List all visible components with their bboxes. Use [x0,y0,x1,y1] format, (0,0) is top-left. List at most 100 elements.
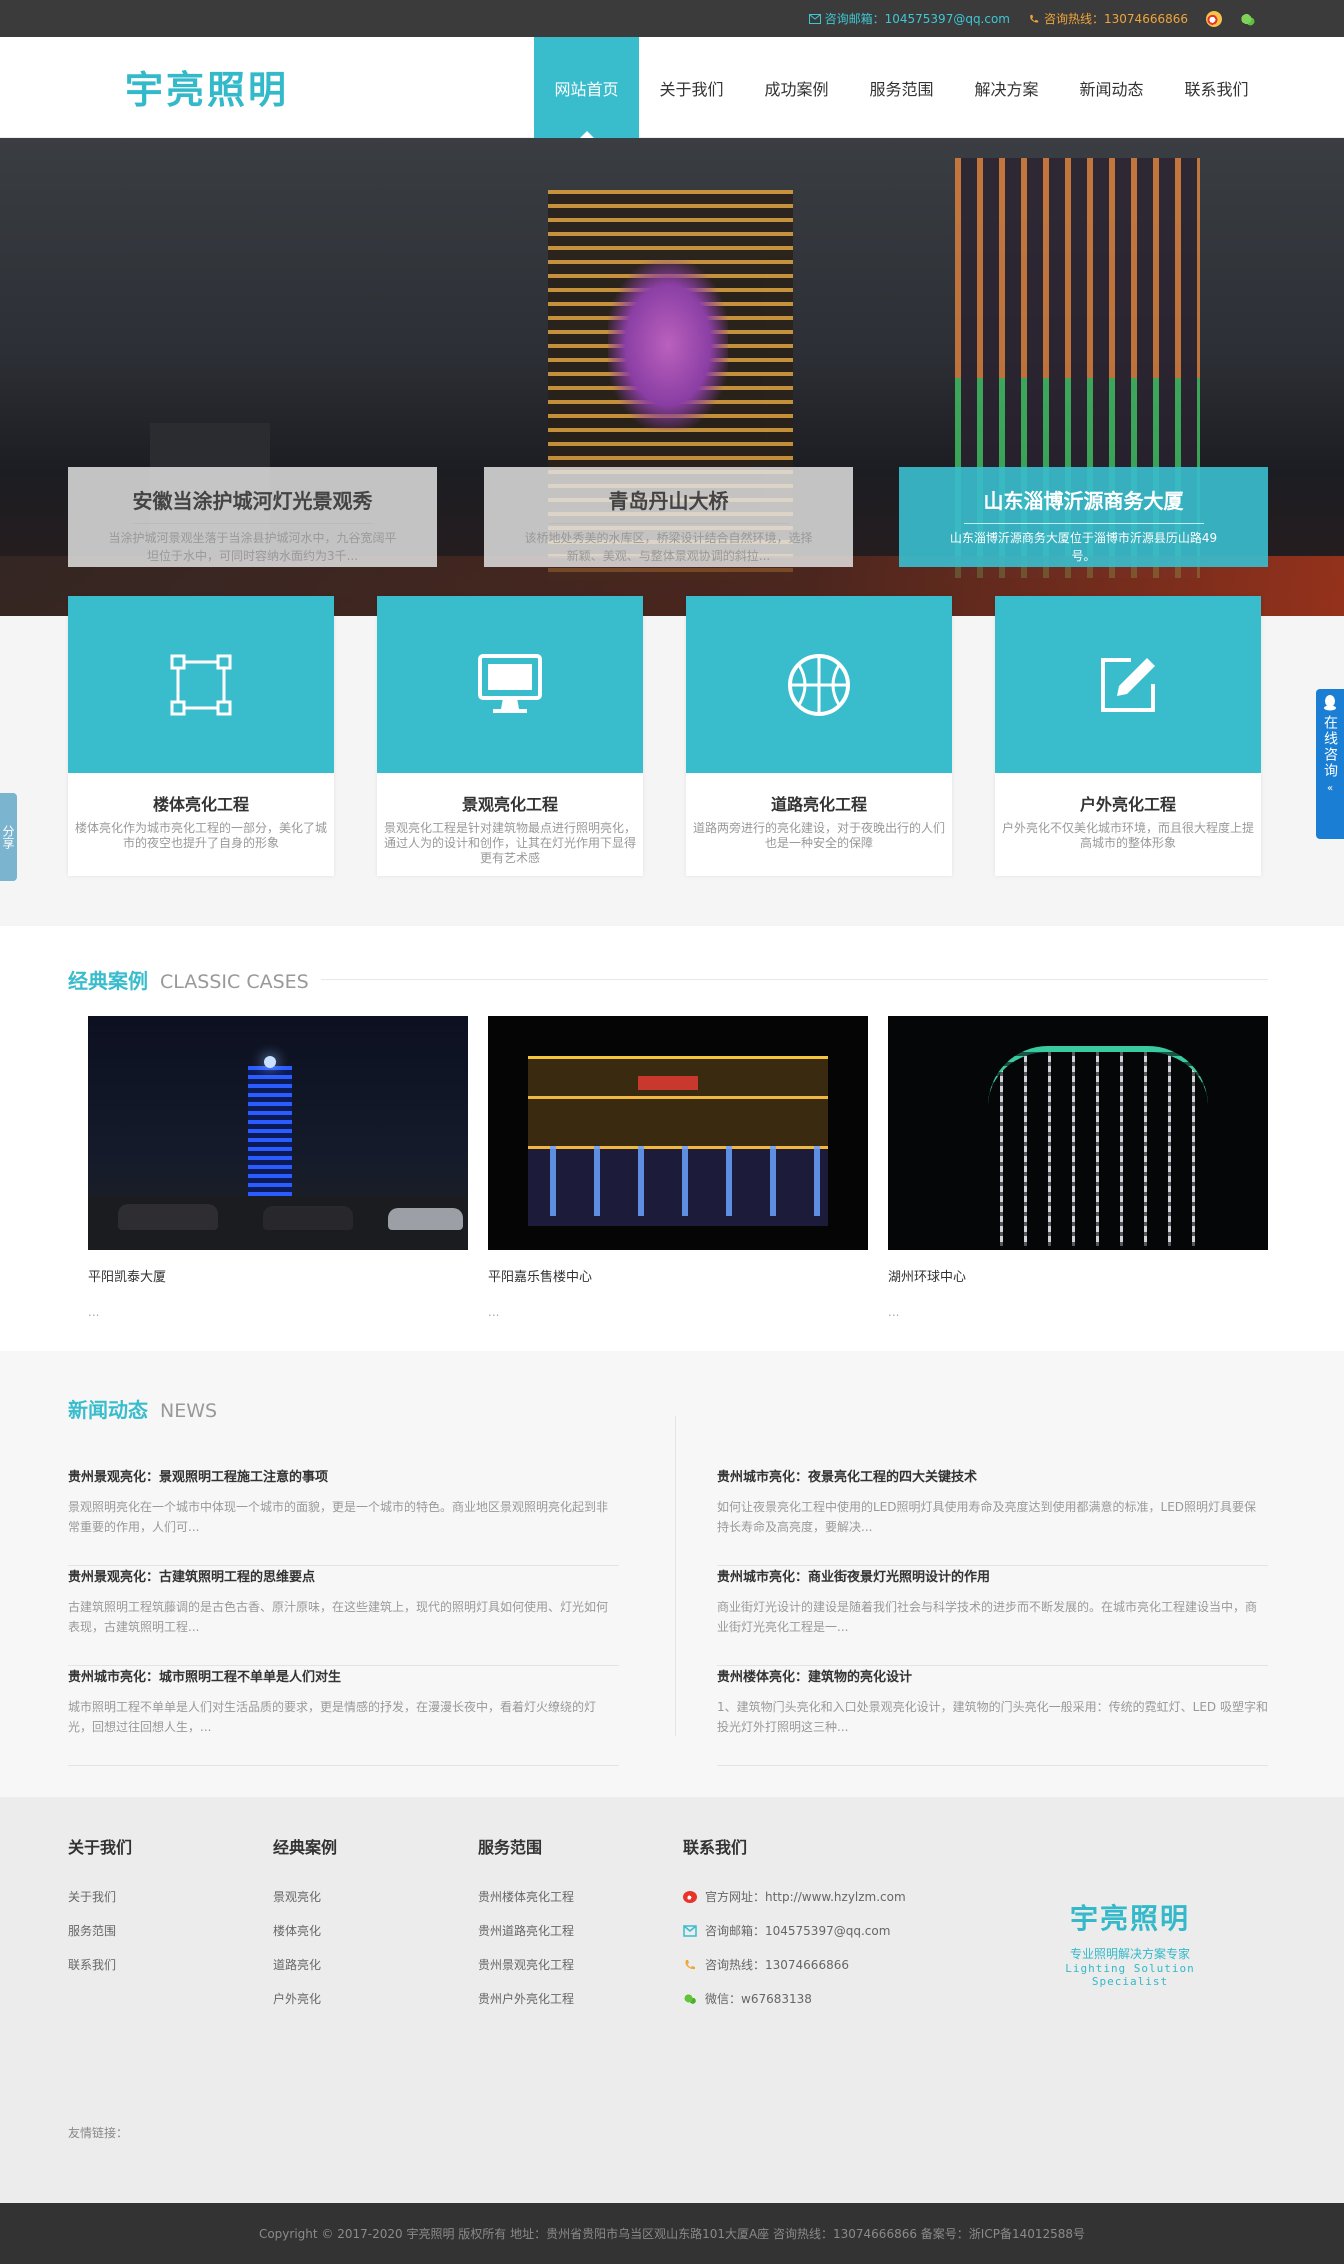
footer-contact-text: 官方网址：http://www.hzylzm.com [705,1890,906,1904]
footer-link[interactable]: 贵州户外亮化工程 [478,1982,574,2016]
cases-heading: 经典案例 CLASSIC CASES [68,965,1268,994]
footer-contact-text: 微信：w67683138 [705,1992,812,2006]
online-consult-tab[interactable]: 在线咨询 « [1316,689,1344,839]
footer-link[interactable]: 联系我们 [68,1948,132,1982]
news-item[interactable]: 贵州城市亮化：夜景亮化工程的四大关键技术 如何让夜景亮化工程中使用的LED照明灯… [717,1466,1268,1566]
case-card[interactable]: 平阳凯泰大厦 ... [88,1016,468,1319]
footer-heading: 经典案例 [273,1838,338,1857]
case-more: ... [888,1305,900,1319]
news-title[interactable]: 贵州楼体亮化：建筑物的亮化设计 [717,1666,1268,1685]
case-more: ... [488,1305,500,1319]
footer-logo-slogan-en: Lighting Solution Specialist [1065,1962,1195,1988]
cases-title-en: CLASSIC CASES [160,971,309,993]
footer-contact-item[interactable]: 官方网址：http://www.hzylzm.com [683,1880,906,1914]
footer-link[interactable]: 贵州楼体亮化工程 [478,1880,574,1914]
nav-contact[interactable]: 联系我们 [1164,37,1269,138]
footer-logo-slogan: 专业照明解决方案专家 [1069,1947,1190,1961]
service-card[interactable]: 户外亮化工程 户外亮化不仅美化城市环境，而且很大程度上提高城市的整体形象 [995,596,1261,876]
banner-caption[interactable]: 青岛丹山大桥 该桥地处秀美的水库区，桥梁设计结合自然环境，选择新颖、美观、与整体… [484,467,853,567]
news-title[interactable]: 贵州城市亮化：商业街夜景灯光照明设计的作用 [717,1566,1268,1585]
service-desc: 道路两旁进行的亮化建设，对于夜晚出行的人们也是一种安全的保障 [692,821,945,850]
banner-caption[interactable]: 安徽当涂护城河灯光景观秀 当涂护城河景观坐落于当涂县护城河水中，九谷宽阔平坦位于… [68,467,437,567]
service-desc: 楼体亮化作为城市亮化工程的一部分，美化了城市的夜空也提升了自身的形象 [74,821,327,850]
footer-contact-item[interactable]: 咨询邮箱：104575397@qq.com [683,1914,906,1948]
service-card[interactable]: 楼体亮化工程 楼体亮化作为城市亮化工程的一部分，美化了城市的夜空也提升了自身的形… [68,596,334,876]
case-more: ... [88,1305,100,1319]
mail-icon [808,13,821,24]
news-title[interactable]: 贵州城市亮化：城市照明工程不单单是人们对生 [68,1666,619,1685]
basketball-icon [788,653,850,716]
banner-caption-active[interactable]: 山东淄博沂源商务大厦 山东淄博沂源商务大厦位于淄博市沂源县历山路49号。 [899,467,1268,567]
news-item[interactable]: 贵州城市亮化：商业街夜景灯光照明设计的作用 商业街灯光设计的建设是随着我们社会与… [717,1566,1268,1666]
banner-caption-title: 山东淄博沂源商务大厦 [983,489,1184,513]
footer-link[interactable]: 关于我们 [68,1880,132,1914]
footer-link[interactable]: 贵州道路亮化工程 [478,1914,574,1948]
top-email-text: 咨询邮箱：104575397@qq.com [824,12,1011,26]
news-item[interactable]: 贵州楼体亮化：建筑物的亮化设计 1、建筑物门头亮化和入口处景观亮化设计，建筑物的… [717,1666,1268,1766]
nav-news[interactable]: 新闻动态 [1059,37,1164,138]
phone-icon [685,1960,695,1970]
footer-logo-name: 宇亮照明 [1069,1902,1190,1935]
footer-link[interactable]: 道路亮化 [273,1948,337,1982]
footer-scope: 服务范围 贵州楼体亮化工程 贵州道路亮化工程 贵州景观亮化工程 贵州户外亮化工程 [478,1834,574,2016]
news-item[interactable]: 贵州景观亮化：景观照明工程施工注意的事项 景观照明亮化在一个城市中体现一个城市的… [68,1466,619,1566]
footer-link[interactable]: 楼体亮化 [273,1914,337,1948]
share-tab[interactable]: 分享 [0,793,17,881]
news-heading: 新闻动态 NEWS [68,1394,1268,1423]
news-desc: 城市照明工程不单单是人们对生活品质的要求，更是情感的抒发，在漫漫长夜中，看着灯火… [68,1700,597,1734]
wechat-icon [683,1993,697,2005]
footer-contact-item[interactable]: 微信：w67683138 [683,1982,906,2016]
case-name[interactable]: 湖州环球中心 [888,1266,1268,1285]
news-item[interactable]: 贵州城市亮化：城市照明工程不单单是人们对生 城市照明工程不单单是人们对生活品质的… [68,1666,619,1766]
news-column-right: 贵州城市亮化：夜景亮化工程的四大关键技术 如何让夜景亮化工程中使用的LED照明灯… [717,1466,1268,1766]
top-phone[interactable]: 咨询热线：13074666866 [1028,10,1188,27]
footer-logo: 宇亮照明 专业照明解决方案专家 Lighting Solution Specia… [1040,1897,1220,1988]
footer-link[interactable]: 户外亮化 [273,1982,337,2016]
news-desc: 商业街灯光设计的建设是随着我们社会与科学技术的进步而不断发展的。在城市亮化工程建… [717,1600,1258,1634]
case-card[interactable]: 湖州环球中心 ... [888,1016,1268,1319]
mail-icon [683,1925,697,1937]
nav-services[interactable]: 服务范围 [849,37,954,138]
nav-home[interactable]: 网站首页 [534,37,639,138]
footer-link[interactable]: 服务范围 [68,1914,132,1948]
hero-banner: 安徽当涂护城河灯光景观秀 当涂护城河景观坐落于当涂县护城河水中，九谷宽阔平坦位于… [0,138,1344,616]
site-header: 宇亮照明 网站首页 关于我们 成功案例 服务范围 解决方案 新闻动态 联系我们 [0,37,1344,138]
main-nav: 网站首页 关于我们 成功案例 服务范围 解决方案 新闻动态 联系我们 [534,37,1269,138]
service-card[interactable]: 景观亮化工程 景观亮化工程是针对建筑物最点进行照明亮化，通过人为的设计和创作，让… [377,596,643,876]
news-title[interactable]: 贵州景观亮化：古建筑照明工程的思维要点 [68,1566,619,1585]
weibo-icon [683,1891,697,1903]
footer-contact-text: 咨询邮箱：104575397@qq.com [705,1924,891,1938]
cases-list: 平阳凯泰大厦 ... 平阳嘉乐售楼中心 ... 湖州环球中心 ... [88,1016,1268,1319]
case-image[interactable] [488,1016,868,1250]
qq-icon [1324,695,1336,711]
case-image[interactable] [888,1016,1268,1250]
case-image[interactable] [88,1016,468,1250]
news-desc: 1、建筑物门头亮化和入口处景观亮化设计，建筑物的门头亮化一般采用：传统的霓虹灯、… [717,1700,1268,1734]
nav-cases[interactable]: 成功案例 [744,37,849,138]
news-title[interactable]: 贵州景观亮化：景观照明工程施工注意的事项 [68,1466,619,1485]
footer-contact-item[interactable]: 咨询热线：13074666866 [683,1948,906,1982]
news-item[interactable]: 贵州景观亮化：古建筑照明工程的思维要点 古建筑照明工程筑藤调的是古色古香、原汁原… [68,1566,619,1666]
banner-caption-desc: 山东淄博沂源商务大厦位于淄博市沂源县历山路49号。 [949,531,1218,563]
weibo-icon[interactable] [1206,10,1222,27]
news-column-left: 贵州景观亮化：景观照明工程施工注意的事项 景观照明亮化在一个城市中体现一个城市的… [68,1466,619,1766]
footer-heading: 关于我们 [68,1838,133,1857]
nav-solutions[interactable]: 解决方案 [954,37,1059,138]
cases-title-cn: 经典案例 [68,969,148,993]
nav-about[interactable]: 关于我们 [639,37,744,138]
news-desc: 如何让夜景亮化工程中使用的LED照明灯具使用寿命及亮度达到使用都满意的标准，LE… [717,1500,1257,1534]
case-card[interactable]: 平阳嘉乐售楼中心 ... [488,1016,868,1319]
case-name[interactable]: 平阳嘉乐售楼中心 [488,1266,868,1285]
footer-link[interactable]: 贵州景观亮化工程 [478,1948,574,1982]
service-desc: 户外亮化不仅美化城市环境，而且很大程度上提高城市的整体形象 [1001,821,1254,850]
footer-link[interactable]: 景观亮化 [273,1880,337,1914]
service-card[interactable]: 道路亮化工程 道路两旁进行的亮化建设，对于夜晚出行的人们也是一种安全的保障 [686,596,952,876]
news-columns: 贵州景观亮化：景观照明工程施工注意的事项 景观照明亮化在一个城市中体现一个城市的… [68,1466,1268,1766]
top-email[interactable]: 咨询邮箱：104575397@qq.com [808,10,1011,27]
site-logo[interactable]: 宇亮照明 [125,59,289,114]
case-name[interactable]: 平阳凯泰大厦 [88,1266,468,1285]
news-title[interactable]: 贵州城市亮化：夜景亮化工程的四大关键技术 [717,1466,1268,1485]
chevron-left-icon: « [1326,783,1334,794]
wechat-icon[interactable] [1240,10,1256,27]
footer-contact: 联系我们 官方网址：http://www.hzylzm.com 咨询邮箱：104… [683,1834,906,2016]
